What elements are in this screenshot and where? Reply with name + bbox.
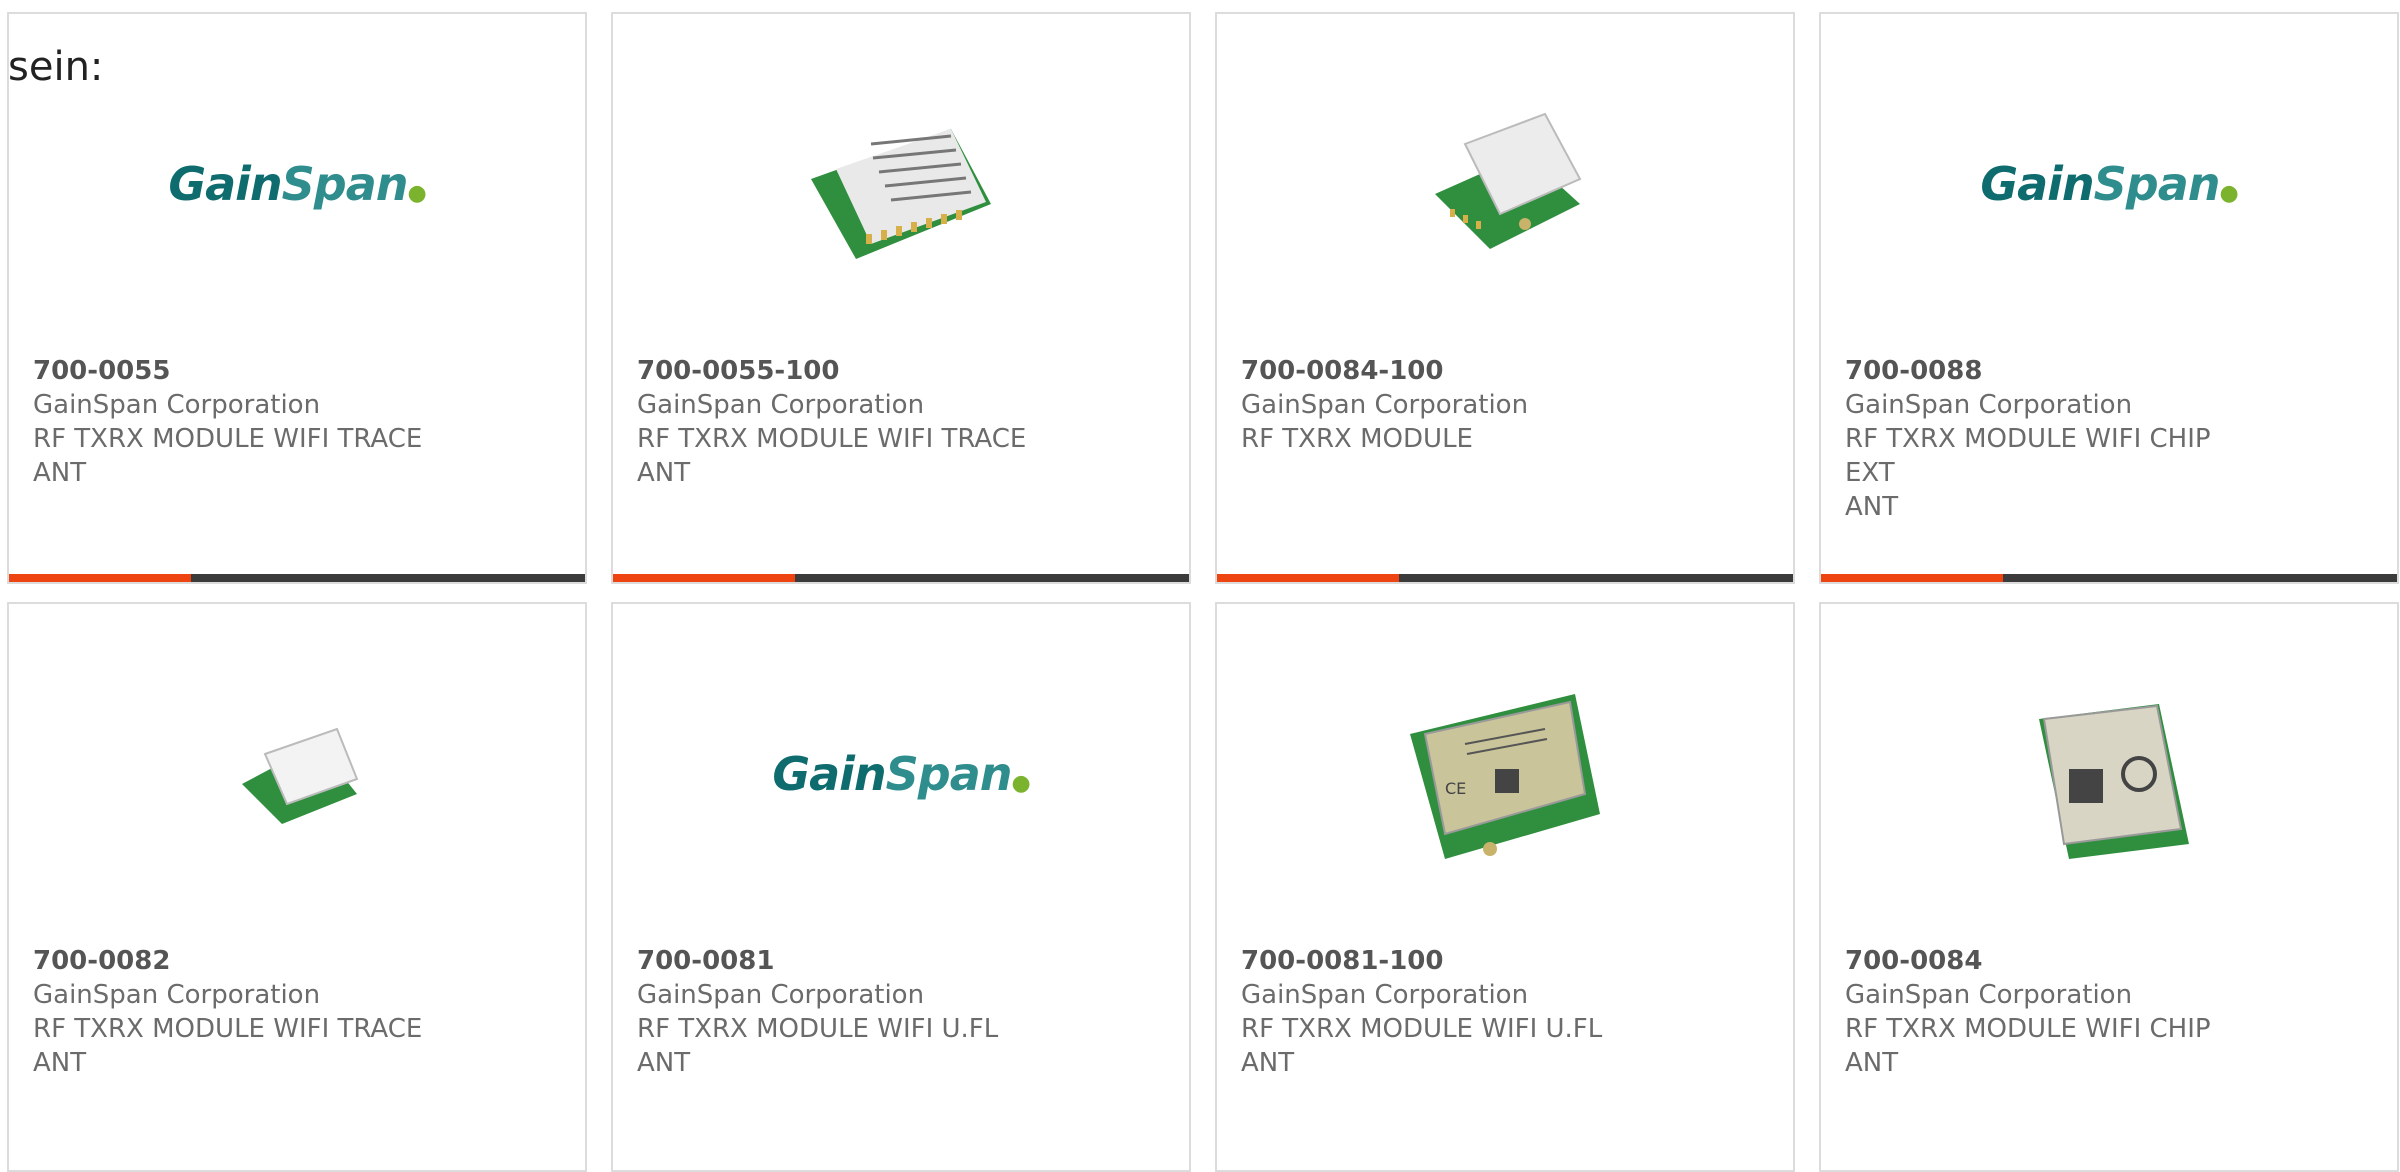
card-footer-bar [9,574,585,582]
product-image-wifi-module[interactable] [2009,674,2209,874]
product-card[interactable]: 700-0082 GainSpan Corporation RF TXRX MO… [7,602,587,1172]
product-card[interactable]: 700-0084-100 GainSpan Corporation RF TXR… [1215,12,1795,584]
part-number[interactable]: 700-0055 [33,354,453,388]
description-line-1: RF TXRX MODULE WIFI TRACE [33,1014,423,1044]
product-card[interactable]: GainSpan● 700-0055 GainSpan Corporation … [7,12,587,584]
product-image-gainspan-logo[interactable]: GainSpan● [168,84,427,284]
manufacturer: GainSpan Corporation [1241,390,1529,420]
description-line-1: RF TXRX MODULE WIFI U.FL ANT [1241,1014,1603,1078]
description-line-2: ANT [1845,1048,1899,1078]
manufacturer: GainSpan Corporation [1845,390,2133,420]
description-line-1: RF TXRX MODULE WIFI CHIP EXT [1845,424,2211,488]
product-image-wifi-module[interactable] [801,84,1001,284]
product-info: 700-0082 GainSpan Corporation RF TXRX MO… [33,944,453,1080]
product-image-wifi-module[interactable] [1405,84,1605,284]
description-line-1: RF TXRX MODULE WIFI TRACE [33,424,423,454]
module-photo-icon [811,129,991,259]
manufacturer: GainSpan Corporation [33,980,321,1010]
product-card[interactable]: GainSpan● 700-0088 GainSpan Corporation … [1819,12,2399,584]
description-line-1: RF TXRX MODULE [1241,424,1473,454]
part-number[interactable]: 700-0082 [33,944,453,978]
module-photo-icon [1435,112,1582,249]
product-card[interactable]: 700-0055-100 GainSpan Corporation RF TXR… [611,12,1191,584]
product-image-gainspan-logo[interactable]: GainSpan● [1980,84,2239,284]
manufacturer: GainSpan Corporation [637,980,925,1010]
module-photo-icon [2039,704,2189,859]
product-info: 700-0081-100 GainSpan Corporation RF TXR… [1241,944,1661,1080]
description-line-2: ANT [1845,492,1899,522]
page-lead-text: sein: [8,44,104,90]
manufacturer: GainSpan Corporation [33,390,321,420]
card-footer-bar [613,574,1189,582]
part-number[interactable]: 700-0081 [637,944,1057,978]
product-image-wifi-module[interactable] [197,674,397,874]
product-card[interactable]: GainSpan● 700-0081 GainSpan Corporation … [611,602,1191,1172]
product-info: 700-0084 GainSpan Corporation RF TXRX MO… [1845,944,2265,1080]
product-image-wifi-module[interactable]: CE [1405,674,1605,874]
gainspan-logo: GainSpan● [772,747,1030,801]
part-number[interactable]: 700-0084 [1845,944,2265,978]
description-line-2: ANT [33,1048,87,1078]
module-photo-icon [242,727,359,824]
gainspan-logo: GainSpan● [168,157,426,211]
description-line-2: ANT [637,458,691,488]
product-card[interactable]: CE 700-0081-100 GainSpan Corporation RF … [1215,602,1795,1172]
manufacturer: GainSpan Corporation [1845,980,2133,1010]
description-line-1: RF TXRX MODULE WIFI U.FL ANT [637,1014,999,1078]
product-grid: GainSpan● 700-0055 GainSpan Corporation … [0,0,2400,1172]
gainspan-logo: GainSpan● [1980,157,2238,211]
product-image-gainspan-logo[interactable]: GainSpan● [772,674,1031,874]
description-line-1: RF TXRX MODULE WIFI TRACE [637,424,1027,454]
module-photo-icon: CE [1410,694,1600,859]
card-footer-bar [1217,574,1793,582]
part-number[interactable]: 700-0055-100 [637,354,1057,388]
svg-text:CE: CE [1445,779,1466,798]
manufacturer: GainSpan Corporation [637,390,925,420]
description-line-1: RF TXRX MODULE WIFI CHIP [1845,1014,2211,1044]
product-info: 700-0055-100 GainSpan Corporation RF TXR… [637,354,1057,490]
card-footer-bar [1821,574,2397,582]
part-number[interactable]: 700-0084-100 [1241,354,1661,388]
product-info: 700-0088 GainSpan Corporation RF TXRX MO… [1845,354,2265,524]
manufacturer: GainSpan Corporation [1241,980,1529,1010]
product-info: 700-0081 GainSpan Corporation RF TXRX MO… [637,944,1057,1080]
part-number[interactable]: 700-0081-100 [1241,944,1661,978]
product-info: 700-0055 GainSpan Corporation RF TXRX MO… [33,354,453,490]
description-line-2: ANT [33,458,87,488]
product-info: 700-0084-100 GainSpan Corporation RF TXR… [1241,354,1661,456]
part-number[interactable]: 700-0088 [1845,354,2265,388]
product-card[interactable]: 700-0084 GainSpan Corporation RF TXRX MO… [1819,602,2399,1172]
